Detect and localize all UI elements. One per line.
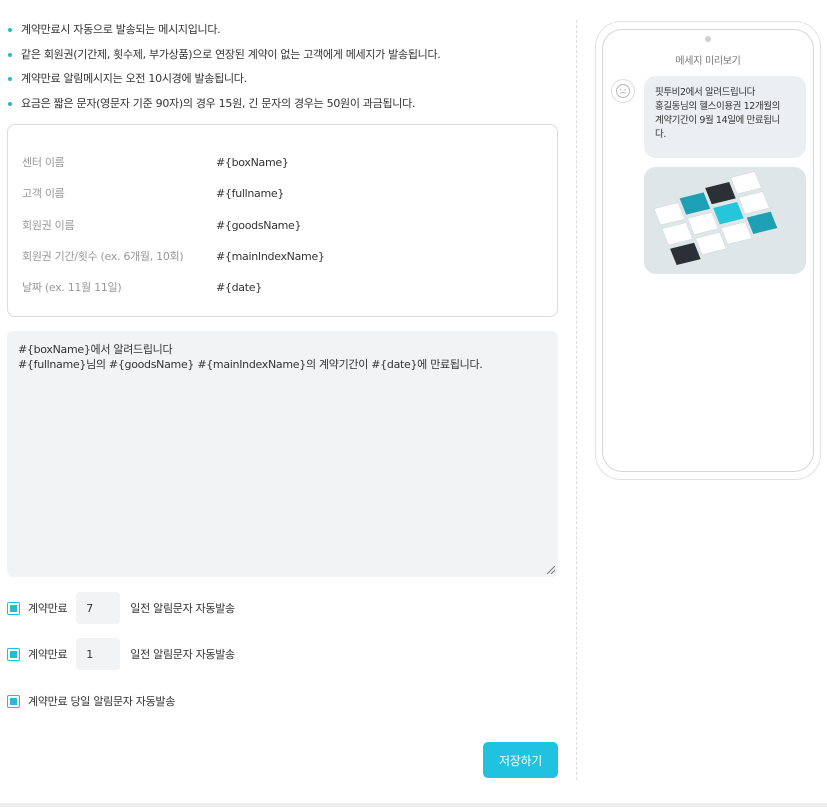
checkbox[interactable] [7,601,20,615]
variable-token: #{fullname} [216,186,285,200]
message-line: #{boxName}에서 알려드립니다 [18,343,173,356]
bullet-icon [8,28,12,32]
bullet-icon [8,52,12,57]
option-label: 계약만료 당일 알림문자 자동발송 [28,695,176,708]
footer-divider [0,803,827,807]
notice-item: 같은 회원권(기간제, 횟수제, 부가상품)으로 연장된 계약이 없는 고객에게… [8,47,441,72]
variable-token: #{mainIndexName} [216,249,325,263]
checkbox-checked-icon [10,604,17,612]
option-7-days-before: 계약만료 일전 알림문자 자동발송 [7,591,235,625]
variable-label: 센터 이름 [22,156,65,169]
variable-label: 고객 이름 [22,187,65,200]
sender-avatar-icon [611,79,635,103]
settings-panel: 계약만료시 자동으로 발송되는 메시지입니다. 같은 회원권(기간제, 횟수제,… [0,0,576,807]
variable-row-box-name: 센터 이름 #{boxName} [22,152,543,172]
notice-item: 요금은 짧은 문자(영문자 기준 90자)의 경우 15원, 긴 문자의 경우는… [8,96,441,121]
variable-token: #{goodsName} [216,218,302,232]
variable-label: 회원권 기간/횟수 (ex. 6개월, 10회) [22,250,184,263]
days-before-input[interactable] [76,638,121,670]
option-suffix-label: 일전 알림문자 자동발송 [130,602,235,615]
resize-handle-icon[interactable] [547,566,555,574]
variable-label: 회원권 이름 [22,219,75,232]
option-prefix-label: 계약만료 [28,648,68,661]
notice-item: 계약만료시 자동으로 발송되는 메시지입니다. [8,22,441,47]
days-before-input[interactable] [76,592,121,624]
preview-line: 계약기간이 9월 14일에 만료됩니 [655,115,780,126]
variable-token: #{boxName} [216,155,289,169]
preview-line: 다. [655,129,666,140]
variable-row-main-index-name: 회원권 기간/횟수 (ex. 6개월, 10회) #{mainIndexName… [22,246,543,266]
option-prefix-label: 계약만료 [28,602,68,615]
variable-reference-box: 센터 이름 #{boxName} 고객 이름 #{fullname} 회원권 이… [7,124,558,317]
preview-image-attachment [644,167,806,274]
checkbox-checked-icon [10,697,17,705]
panel-divider [576,20,577,780]
checkbox[interactable] [7,694,20,708]
message-template-textarea[interactable]: #{boxName}에서 알려드립니다 #{fullname}님의 #{good… [7,331,558,577]
preview-line: 핏투비2에서 알려드립니다 [655,87,756,98]
variable-row-fullname: 고객 이름 #{fullname} [22,183,543,203]
app-screens-mockup-image [653,171,778,266]
notice-item: 계약만료 알림메시지는 오전 10시경에 발송됩니다. [8,71,441,96]
message-line: #{fullname}님의 #{goodsName} #{mainIndexNa… [18,358,483,371]
phone-camera-icon [705,36,711,42]
checkbox-checked-icon [10,650,17,658]
preview-title: 메세지 미리보기 [675,56,741,67]
save-button[interactable]: 저장하기 [483,742,558,778]
bullet-icon [8,77,12,81]
variable-token: #{date} [216,280,262,294]
notice-list: 계약만료시 자동으로 발송되는 메시지입니다. 같은 회원권(기간제, 횟수제,… [8,22,441,120]
option-suffix-label: 일전 알림문자 자동발송 [130,648,235,661]
option-1-day-before: 계약만료 일전 알림문자 자동발송 [7,637,235,671]
checkbox[interactable] [7,647,20,661]
preview-line: 홍길동님의 헬스이용권 12개월의 [655,101,780,112]
variable-row-date: 날짜 (ex. 11월 11일) #{date} [22,277,543,297]
preview-message-bubble: 핏투비2에서 알려드립니다 홍길동님의 헬스이용권 12개월의 계약기간이 9월… [644,76,806,158]
variable-label: 날짜 (ex. 11월 11일) [22,281,122,294]
variable-row-goods-name: 회원권 이름 #{goodsName} [22,215,543,235]
bullet-icon [8,101,12,106]
option-same-day: 계약만료 당일 알림문자 자동발송 [7,684,175,718]
